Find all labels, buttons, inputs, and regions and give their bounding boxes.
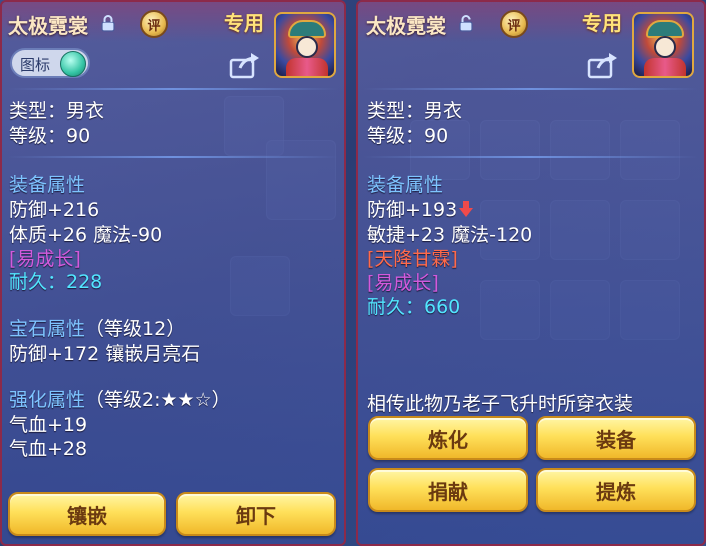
exclusive-label: 专用 xyxy=(224,11,264,35)
gem-stat: 防御+172 镶嵌月亮石 xyxy=(9,343,201,365)
lock-open-icon[interactable] xyxy=(458,14,474,32)
gem-level: （等级12） xyxy=(85,318,186,340)
share-icon[interactable] xyxy=(586,50,620,80)
rate-badge[interactable]: 评 xyxy=(140,10,168,38)
item-title: 太极霓裳 xyxy=(366,14,446,38)
stat-secondary: 体质+26 魔法-90 xyxy=(9,224,163,246)
inlay-button[interactable]: 镶嵌 xyxy=(8,492,166,536)
stat-defense: 防御+193 xyxy=(367,199,458,221)
equip-attr-heading: 装备属性 xyxy=(367,174,444,196)
stat-secondary: 敏捷+23 魔法-120 xyxy=(367,224,533,246)
enhance-attr-heading: 强化属性 xyxy=(9,389,86,411)
refine-button[interactable]: 炼化 xyxy=(368,416,528,460)
item-title: 太极霓裳 xyxy=(8,14,88,38)
level-line: 等级：90 xyxy=(9,125,91,147)
special-tag: [易成长] xyxy=(367,272,439,294)
equip-attr-heading: 装备属性 xyxy=(9,174,86,196)
toggle-knob xyxy=(60,51,86,77)
type-line: 类型：男衣 xyxy=(9,100,105,122)
enhance-stat-1: 气血+19 xyxy=(9,414,88,436)
item-detail-panel-equipped: 太极霓裳 评 专用 图标 类型：男衣 等级：90 装备属性 防御+216 体质+… xyxy=(0,0,346,546)
divider xyxy=(8,156,338,158)
enhance-stat-2: 气血+28 xyxy=(9,438,88,460)
item-detail-panel-compare: 太极霓裳 评 专用 类型：男衣 等级：90 装备属性 防御+193 敏捷+23 … xyxy=(356,0,706,546)
equip-button[interactable]: 装备 xyxy=(536,416,696,460)
durability: 耐久：660 xyxy=(367,296,461,318)
durability: 耐久：228 xyxy=(9,271,103,293)
enhance-level: （等级2:★★☆） xyxy=(85,389,231,411)
donate-button[interactable]: 捐献 xyxy=(368,468,528,512)
special-tag-effect: [天降甘霖] xyxy=(367,248,458,270)
stat-defense-row: 防御+193 xyxy=(367,195,474,222)
item-portrait-icon xyxy=(274,12,336,78)
exclusive-label: 专用 xyxy=(582,11,622,35)
rate-badge[interactable]: 评 xyxy=(500,10,528,38)
divider xyxy=(364,88,698,90)
gem-attr-heading: 宝石属性 xyxy=(9,318,86,340)
lock-closed-icon[interactable] xyxy=(100,14,116,32)
icon-toggle[interactable]: 图标 xyxy=(10,48,90,78)
extract-button[interactable]: 提炼 xyxy=(536,468,696,512)
stat-defense: 防御+216 xyxy=(9,199,100,221)
item-description: 相传此物乃老子飞升时所穿衣装 xyxy=(367,393,634,415)
level-line: 等级：90 xyxy=(367,125,449,147)
divider xyxy=(364,156,698,158)
enhance-attr-row: 强化属性（等级2:★★☆） xyxy=(9,385,231,412)
share-icon[interactable] xyxy=(228,50,262,80)
type-line: 类型：男衣 xyxy=(367,100,463,122)
unequip-button[interactable]: 卸下 xyxy=(176,492,336,536)
divider xyxy=(8,88,338,90)
item-portrait-icon xyxy=(632,12,694,78)
arrow-down-icon xyxy=(459,201,474,217)
icon-toggle-label: 图标 xyxy=(20,56,51,74)
gem-attr-row: 宝石属性（等级12） xyxy=(9,314,185,341)
